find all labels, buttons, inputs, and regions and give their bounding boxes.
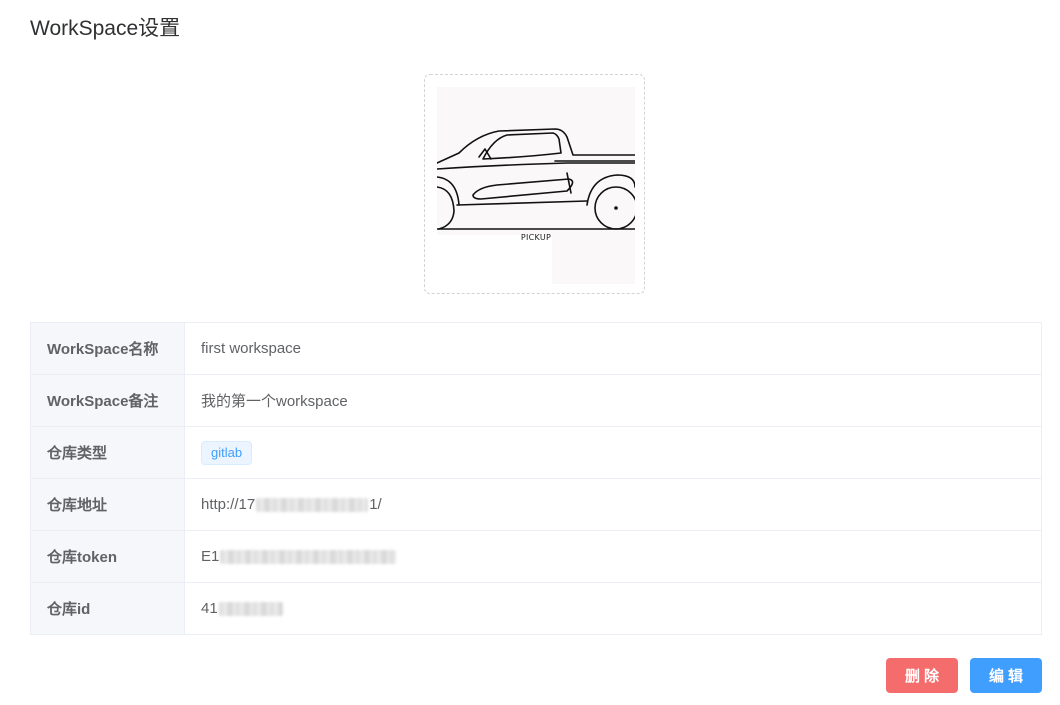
repo-token-value: E1 — [184, 530, 1042, 583]
table-row: 仓库token E1 — [30, 530, 1042, 583]
workspace-name-label: WorkSpace名称 — [30, 322, 185, 375]
redacted-text — [256, 498, 369, 513]
repo-type-label: 仓库类型 — [30, 426, 185, 479]
repo-url-prefix: http://17 — [201, 496, 256, 513]
redacted-text — [220, 550, 397, 565]
page-title: WorkSpace设置 — [30, 17, 181, 40]
workspace-remark-label: WorkSpace备注 — [30, 374, 185, 427]
repo-token-label: 仓库token — [30, 530, 185, 583]
repo-id-label: 仓库id — [30, 582, 185, 635]
workspace-image-preview: PICKUP — [437, 87, 635, 284]
repo-url-value: http://17 1/ — [184, 478, 1042, 531]
repo-type-tag: gitlab — [201, 440, 253, 465]
table-row: WorkSpace备注 我的第一个workspace — [30, 374, 1042, 427]
workspace-name-value: first workspace — [184, 322, 1042, 375]
edit-button[interactable]: 编辑 — [970, 658, 1042, 693]
table-row: WorkSpace名称 first workspace — [30, 322, 1042, 375]
table-row: 仓库id 41 — [30, 582, 1042, 635]
workspace-image-uploader[interactable]: PICKUP — [424, 74, 645, 294]
repo-url-suffix: 1/ — [369, 496, 382, 513]
repo-url-label: 仓库地址 — [30, 478, 185, 531]
repo-token-prefix: E1 — [201, 548, 220, 565]
redacted-text — [218, 602, 283, 617]
workspace-info-table: WorkSpace名称 first workspace WorkSpace备注 … — [30, 322, 1042, 635]
table-row: 仓库类型 gitlab — [30, 426, 1042, 479]
table-row: 仓库地址 http://17 1/ — [30, 478, 1042, 531]
pickup-truck-image — [437, 128, 635, 230]
image-caption: PICKUP — [520, 233, 552, 242]
delete-button[interactable]: 删除 — [886, 658, 958, 693]
repo-id-value: 41 — [184, 582, 1042, 635]
workspace-remark-value: 我的第一个workspace — [184, 374, 1042, 427]
repo-id-prefix: 41 — [201, 600, 218, 617]
